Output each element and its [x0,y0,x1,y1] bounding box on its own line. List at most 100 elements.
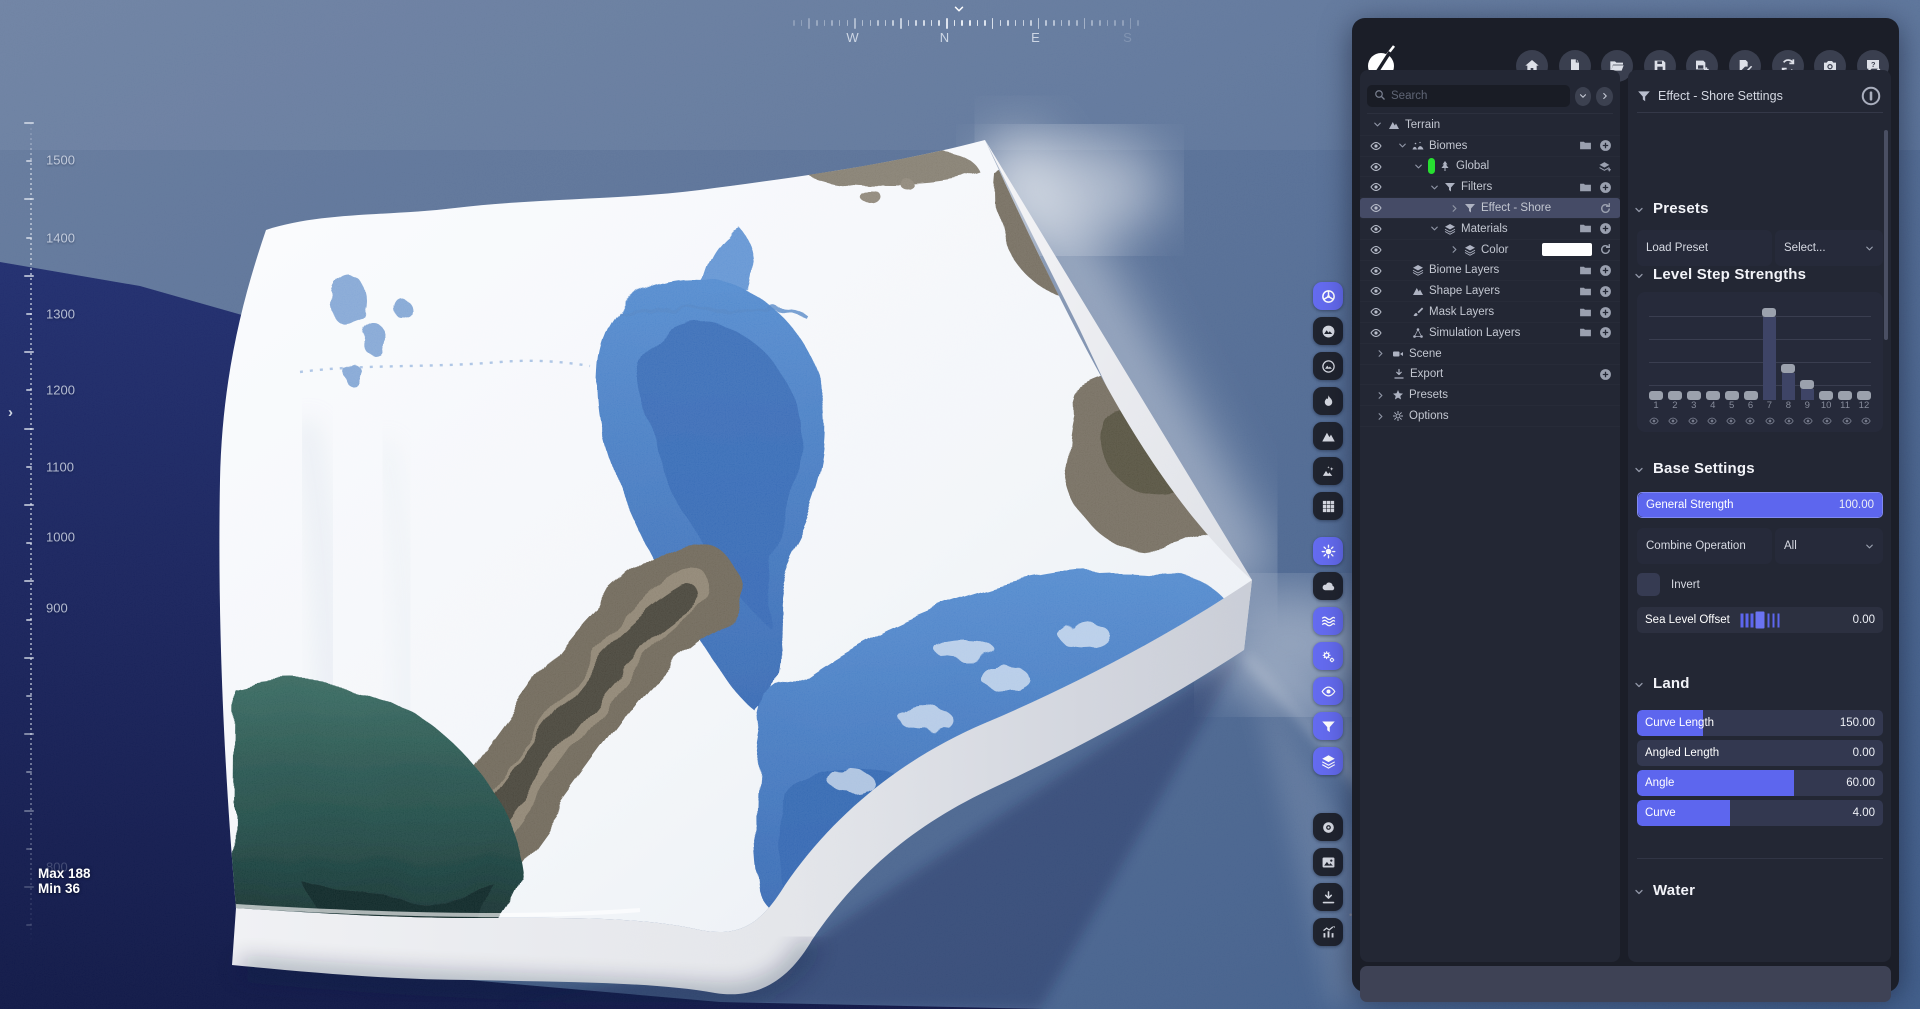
view-gizmo-button[interactable] [1313,282,1343,310]
bar-eye-icon[interactable] [1649,413,1659,431]
compass[interactable]: WNES [770,0,1160,46]
folder-icon[interactable] [1579,326,1592,339]
invert-checkbox[interactable] [1637,573,1660,596]
level-bar-4[interactable] [1706,391,1720,400]
add-icon[interactable] [1599,326,1612,339]
visibility-eye-icon[interactable] [1370,265,1382,277]
auto-process-button[interactable] [1313,642,1343,670]
contour-globe-button[interactable] [1313,352,1343,380]
grid-view-button[interactable] [1313,492,1343,520]
level-bar-6[interactable] [1744,391,1758,400]
tree-row-export[interactable]: Export [1360,365,1620,386]
add-icon[interactable] [1599,285,1612,298]
bar-eye-icon[interactable] [1668,413,1678,431]
curve-slider[interactable]: Curve 4.00 [1637,800,1883,826]
level-step-section-header[interactable]: Level Step Strengths [1633,266,1806,283]
tree-row-options[interactable]: Options [1360,406,1620,427]
refresh-icon[interactable] [1599,243,1612,256]
search-input[interactable] [1367,85,1570,107]
add-icon[interactable] [1599,222,1612,235]
water-toggle-button[interactable] [1313,607,1343,635]
level-bar-5[interactable] [1725,391,1739,400]
clouds-button[interactable] [1313,572,1343,600]
level-bar-7[interactable] [1762,308,1776,400]
enable-toggle-icon[interactable] [1860,85,1882,107]
visibility-eye-icon[interactable] [1370,306,1382,318]
chevron-right-icon[interactable] [1375,411,1386,422]
sun-light-button[interactable] [1313,537,1343,565]
layers-toggle-button[interactable] [1313,747,1343,775]
visibility-eye-icon[interactable] [1370,140,1382,152]
chevron-down-icon[interactable] [1429,182,1440,193]
tree-row-shape-layers[interactable]: Shape Layers [1360,281,1620,302]
chevron-right-icon[interactable] [1449,244,1460,255]
combine-operation-dropdown[interactable]: All [1775,528,1883,564]
bar-eye-icon[interactable] [1745,413,1755,431]
tree-row-filters[interactable]: Filters [1360,177,1620,198]
folder-icon[interactable] [1579,306,1592,319]
collapse-all-button[interactable] [1575,87,1592,106]
chevron-down-icon[interactable] [1413,161,1424,172]
add-layer-icon[interactable] [1599,160,1612,173]
base-settings-section-header[interactable]: Base Settings [1633,460,1755,477]
left-panel-expander[interactable]: › [8,404,13,421]
preset-dropdown[interactable]: Select... [1775,230,1883,266]
chevron-down-icon[interactable] [1429,223,1440,234]
angled-length-slider[interactable]: Angled Length 0.00 [1637,740,1883,766]
visibility-eye-icon[interactable] [1370,244,1382,256]
tree-row-scene[interactable]: Scene [1360,344,1620,365]
level-bar-3[interactable] [1687,391,1701,400]
add-icon[interactable] [1599,264,1612,277]
level-bar-8[interactable] [1781,364,1795,400]
visibility-eye-icon[interactable] [1370,327,1382,339]
tree-row-presets[interactable]: Presets [1360,385,1620,406]
presets-section-header[interactable]: Presets [1633,200,1709,217]
download-button[interactable] [1313,883,1343,911]
level-bar-10[interactable] [1819,391,1833,400]
tree-row-biomes[interactable]: Biomes [1360,136,1620,157]
tree-row-color[interactable]: Color [1360,240,1620,261]
tree-row-materials[interactable]: Materials [1360,219,1620,240]
bar-eye-icon[interactable] [1842,413,1852,431]
water-section-header[interactable]: Water [1633,882,1695,899]
level-bar-12[interactable] [1857,391,1871,400]
tree-row-effect-shore[interactable]: Effect - Shore [1360,198,1620,219]
level-bar-9[interactable] [1800,380,1814,400]
bar-eye-icon[interactable] [1822,413,1832,431]
terrain-globe-button[interactable] [1313,317,1343,345]
visibility-button[interactable] [1313,677,1343,705]
bar-eye-icon[interactable] [1765,413,1775,431]
bar-eye-icon[interactable] [1707,413,1717,431]
visibility-eye-icon[interactable] [1370,223,1382,235]
bar-eye-icon[interactable] [1803,413,1813,431]
folder-icon[interactable] [1579,264,1592,277]
visibility-eye-icon[interactable] [1370,161,1382,173]
folder-icon[interactable] [1579,139,1592,152]
chevron-right-icon[interactable] [1449,203,1460,214]
land-section-header[interactable]: Land [1633,675,1690,692]
chevron-right-icon[interactable] [1375,348,1386,359]
expand-all-button[interactable] [1596,87,1613,106]
level-bar-1[interactable] [1649,391,1663,400]
bar-eye-icon[interactable] [1726,413,1736,431]
tree-row-global[interactable]: Global [1360,157,1620,178]
add-icon[interactable] [1599,306,1612,319]
folder-icon[interactable] [1579,181,1592,194]
folder-icon[interactable] [1579,285,1592,298]
tree-row-terrain[interactable]: Terrain [1360,115,1620,136]
tree-row-simulation-layers[interactable]: Simulation Layers [1360,323,1620,344]
level-bar-11[interactable] [1838,391,1852,400]
snapshot-button[interactable] [1313,848,1343,876]
visibility-eye-icon[interactable] [1370,202,1382,214]
add-icon[interactable] [1599,368,1612,381]
angle-slider[interactable]: Angle 60.00 [1637,770,1883,796]
tree-row-mask-layers[interactable]: Mask Layers [1360,302,1620,323]
settings-scrollbar[interactable] [1884,130,1888,340]
record-button[interactable] [1313,813,1343,841]
bar-eye-icon[interactable] [1784,413,1794,431]
tree-row-biome-layers[interactable]: Biome Layers [1360,261,1620,282]
visibility-eye-icon[interactable] [1370,181,1382,193]
chevron-right-icon[interactable] [1375,390,1386,401]
filters-toggle-button[interactable] [1313,712,1343,740]
curve-length-slider[interactable]: Curve Length 150.00 [1637,710,1883,736]
